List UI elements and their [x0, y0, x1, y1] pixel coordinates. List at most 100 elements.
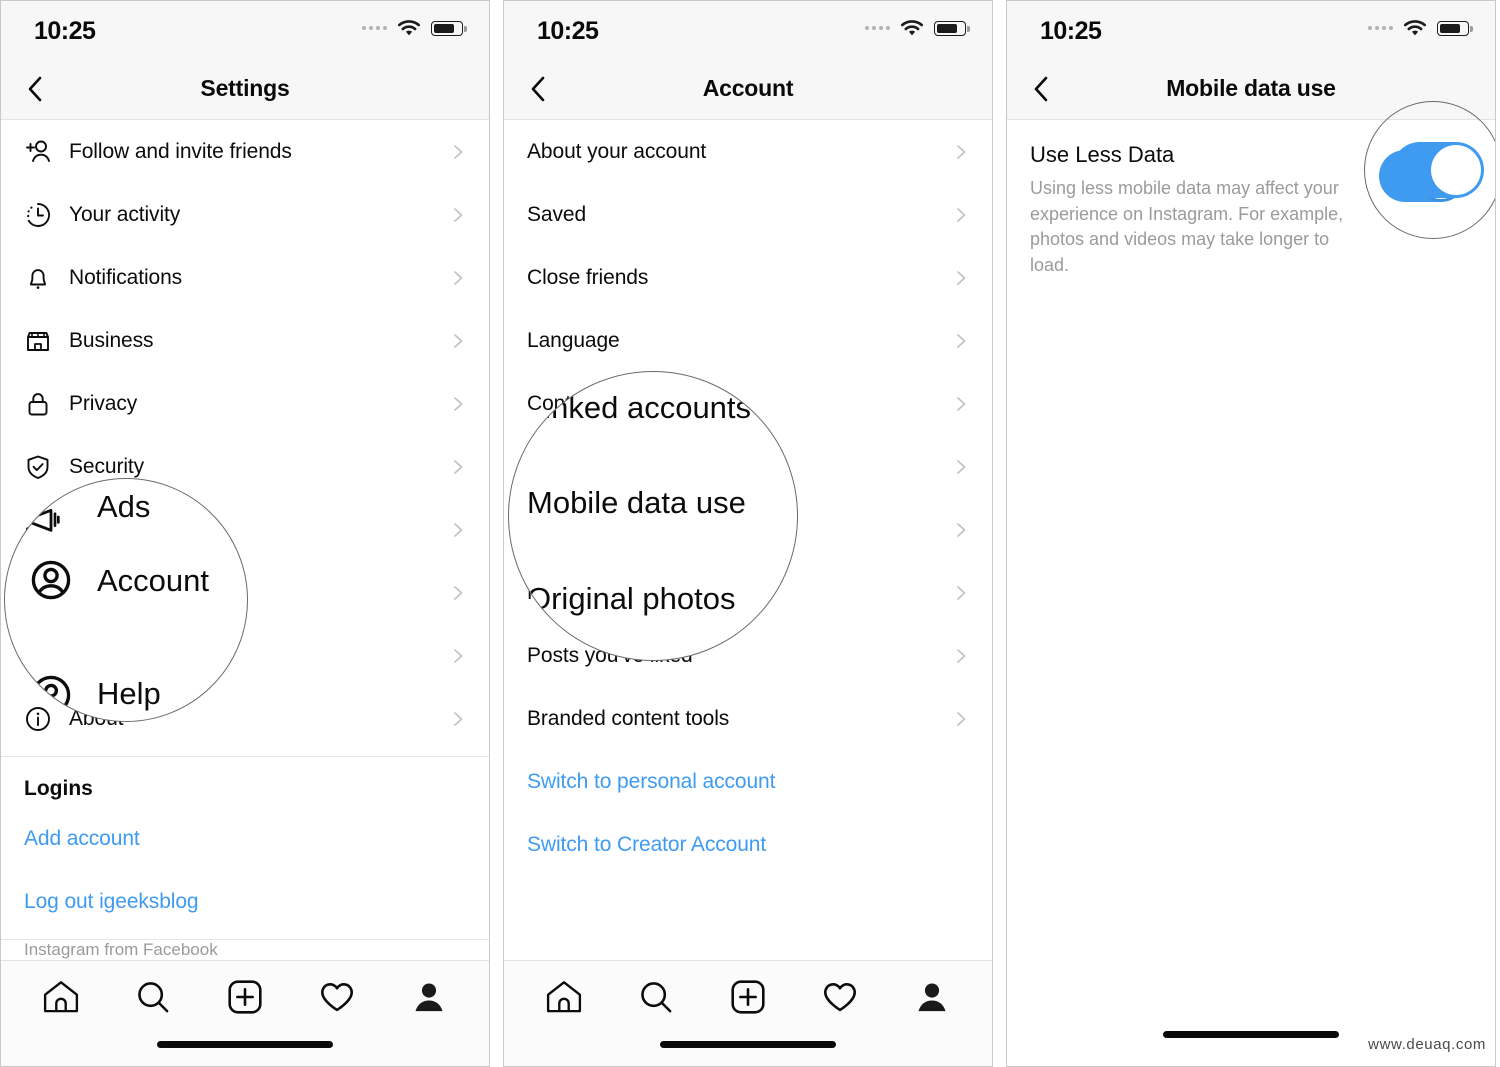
status-time: 10:25: [34, 17, 96, 45]
status-icons: [1368, 19, 1473, 38]
phone-screen-account: 10:25 Account About your account Saved C…: [503, 0, 993, 1067]
profile-icon[interactable]: [910, 977, 954, 1017]
settings-item-privacy[interactable]: Privacy: [1, 372, 489, 435]
account-item-close-friends[interactable]: Close friends: [504, 246, 992, 309]
battery-icon: [431, 21, 467, 36]
status-bar: 10:25: [504, 1, 992, 59]
page-title: Account: [702, 75, 794, 101]
heart-icon[interactable]: [315, 977, 359, 1017]
add-account-link[interactable]: Add account: [1, 807, 489, 870]
loupe-label-mobile-data-use: Mobile data use: [527, 485, 746, 520]
loupe-label-original-photos: Original photos: [527, 581, 736, 616]
settings-item-business[interactable]: Business: [1, 309, 489, 372]
person-add-icon: [26, 140, 50, 162]
instagram-from-facebook-note: Instagram from Facebook: [24, 940, 218, 959]
signal-dots-icon: [1368, 25, 1393, 30]
home-indicator: [157, 1041, 333, 1048]
loupe-switch-track: [1392, 142, 1484, 198]
profile-icon[interactable]: [407, 977, 451, 1017]
megaphone-icon: [26, 508, 60, 532]
home-icon[interactable]: [39, 977, 83, 1017]
loupe-label-help: Help: [97, 676, 161, 711]
signal-dots-icon: [865, 25, 890, 30]
settings-item-follow-and-invite-friends[interactable]: Follow and invite friends: [1, 120, 489, 183]
nav-header-settings: Settings: [1, 59, 489, 120]
account-item-branded-content-tools[interactable]: Branded content tools: [504, 687, 992, 750]
add-post-icon[interactable]: [726, 977, 770, 1017]
loupe-label-linked-accounts: Linked accounts: [527, 390, 752, 425]
status-bar: 10:25: [1007, 1, 1495, 59]
settings-item-label: Privacy: [69, 391, 138, 415]
chevron-right-icon: [454, 144, 463, 159]
search-icon[interactable]: [131, 977, 175, 1017]
bell-icon: [30, 268, 46, 289]
page-title: Settings: [200, 75, 290, 101]
log-out-link[interactable]: Log out igeeksblog: [1, 870, 489, 933]
logins-heading: Logins: [24, 777, 93, 800]
account-item-language[interactable]: Language: [504, 309, 992, 372]
chevron-right-icon: [454, 522, 463, 537]
page-title: Mobile data use: [1166, 75, 1336, 101]
lock-icon: [28, 392, 48, 415]
phone-screen-settings: 10:25 Settings Follow and invite friends…: [0, 0, 490, 1067]
magnifier-loupe-toggle: [1364, 101, 1495, 239]
loupe-label-account: Account: [97, 563, 210, 598]
status-icons: [865, 19, 970, 38]
account-item-saved[interactable]: Saved: [504, 183, 992, 246]
account-item-label: Saved: [527, 202, 587, 226]
use-less-data-description: Using less mobile data may affect your e…: [1030, 178, 1344, 275]
status-bar: 10:25: [1, 1, 489, 59]
home-indicator: [1163, 1031, 1339, 1038]
chevron-right-icon: [957, 396, 966, 411]
wifi-icon: [1404, 20, 1426, 36]
bottom-tab-bar: [504, 960, 992, 1066]
account-item-about-your-account[interactable]: About your account: [504, 120, 992, 183]
chevron-right-icon: [957, 270, 966, 285]
use-less-data-title: Use Less Data: [1030, 142, 1175, 167]
chevron-right-icon: [957, 711, 966, 726]
status-icons: [362, 19, 467, 38]
phone-screen-mobile-data-use: 10:25 Mobile data use Use Less Data Usin…: [1006, 0, 1496, 1067]
wifi-icon: [901, 20, 923, 36]
chevron-right-icon: [454, 270, 463, 285]
log-out-label: Log out igeeksblog: [24, 889, 199, 913]
activity-clock-icon: [27, 202, 50, 227]
add-post-icon[interactable]: [223, 977, 267, 1017]
chevron-right-icon: [957, 207, 966, 222]
chevron-right-icon: [957, 585, 966, 600]
settings-item-notifications[interactable]: Notifications: [1, 246, 489, 309]
heart-icon[interactable]: [818, 977, 862, 1017]
battery-icon: [1437, 21, 1473, 36]
account-item-label: About your account: [527, 139, 707, 163]
battery-icon: [934, 21, 970, 36]
status-time: 10:25: [537, 17, 599, 45]
loupe-switch-knob: [1431, 145, 1481, 195]
switch-to-personal-account-link[interactable]: Switch to personal account: [504, 750, 992, 813]
help-circle-icon: [31, 675, 71, 715]
wifi-icon: [398, 20, 420, 36]
chevron-right-icon: [454, 648, 463, 663]
chevron-right-icon: [454, 396, 463, 411]
screenshot-stage: 10:25 Settings Follow and invite friends…: [0, 0, 1500, 1067]
loupe-label-ads: Ads: [97, 489, 151, 524]
chevron-right-icon: [957, 144, 966, 159]
switch-creator-label: Switch to Creator Account: [527, 832, 767, 856]
home-icon[interactable]: [542, 977, 586, 1017]
chevron-right-icon: [957, 333, 966, 348]
settings-item-your-activity[interactable]: Your activity: [1, 183, 489, 246]
account-item-label: Language: [527, 328, 620, 352]
chevron-right-icon: [957, 459, 966, 474]
switch-to-creator-account-link[interactable]: Switch to Creator Account: [504, 813, 992, 876]
search-icon[interactable]: [634, 977, 678, 1017]
chevron-right-icon: [957, 522, 966, 537]
nav-header-account: Account: [504, 59, 992, 120]
switch-personal-label: Switch to personal account: [527, 769, 776, 793]
chevron-right-icon: [454, 585, 463, 600]
signal-dots-icon: [362, 25, 387, 30]
chevron-right-icon: [454, 207, 463, 222]
home-indicator: [660, 1041, 836, 1048]
chevron-right-icon: [454, 459, 463, 474]
chevron-right-icon: [454, 711, 463, 726]
account-item-label: Close friends: [527, 265, 649, 289]
magnifier-loupe-account: Ads Account Help: [4, 478, 248, 722]
